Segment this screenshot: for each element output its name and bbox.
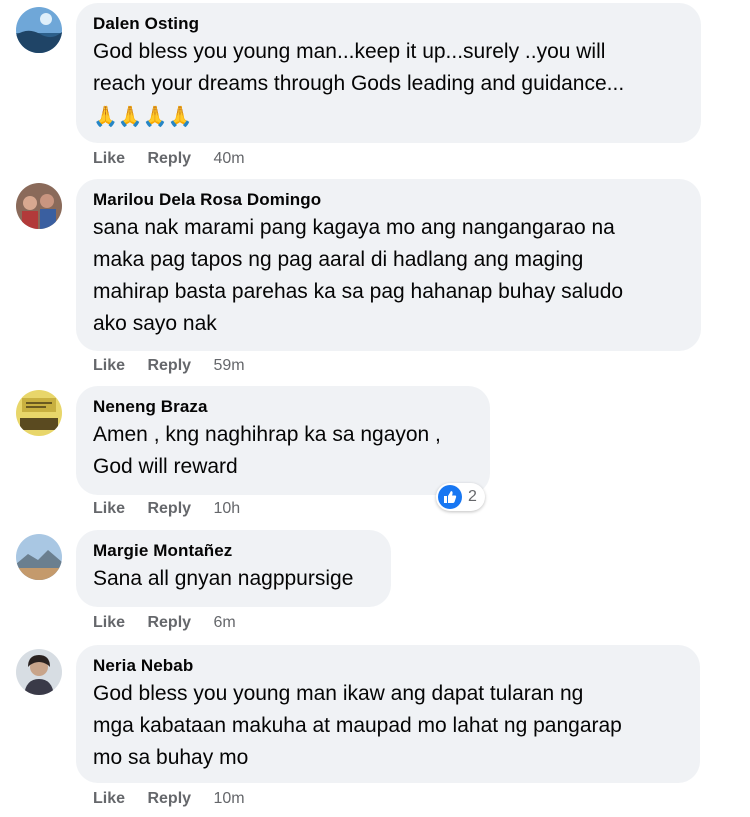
avatar[interactable] bbox=[16, 649, 62, 695]
comment-bubble: Dalen Osting God bless you young man...k… bbox=[76, 3, 701, 143]
comment-actions: Like Reply 10m bbox=[93, 789, 245, 809]
comment-bubble: Marilou Dela Rosa Domingo sana nak maram… bbox=[76, 179, 701, 351]
thumbs-up-icon bbox=[438, 485, 462, 509]
comment-author[interactable]: Neria Nebab bbox=[93, 655, 682, 677]
comment-actions: Like Reply 40m bbox=[93, 149, 245, 169]
reply-button[interactable]: Reply bbox=[147, 357, 191, 374]
like-button[interactable]: Like bbox=[93, 614, 125, 631]
avatar[interactable] bbox=[16, 183, 62, 229]
comment-text: Amen , kng naghihrap ka sa ngayon , God … bbox=[93, 423, 441, 478]
comment-text: Sana all gnyan nagppursige bbox=[93, 567, 354, 590]
like-button[interactable]: Like bbox=[93, 790, 125, 807]
comment-author[interactable]: Margie Montañez bbox=[93, 540, 373, 562]
reply-button[interactable]: Reply bbox=[147, 790, 191, 807]
comment-author[interactable]: Marilou Dela Rosa Domingo bbox=[93, 189, 683, 211]
reaction-badge[interactable]: 2 bbox=[436, 483, 485, 511]
reply-button[interactable]: Reply bbox=[147, 150, 191, 167]
like-button[interactable]: Like bbox=[93, 500, 125, 517]
praying-hands-emoji: 🙏🙏🙏🙏 bbox=[93, 106, 193, 128]
comment-bubble: Neria Nebab God bless you young man ikaw… bbox=[76, 645, 700, 783]
comment-actions: Like Reply 6m bbox=[93, 613, 236, 633]
avatar[interactable] bbox=[16, 7, 62, 53]
avatar[interactable] bbox=[16, 534, 62, 580]
comment-actions: Like Reply 10h bbox=[93, 499, 240, 519]
avatar[interactable] bbox=[16, 390, 62, 436]
comment-actions: Like Reply 59m bbox=[93, 356, 245, 376]
reaction-count: 2 bbox=[468, 488, 477, 505]
comment-timestamp[interactable]: 10h bbox=[214, 500, 241, 517]
comment-author[interactable]: Neneng Braza bbox=[93, 396, 472, 418]
comment-bubble: Neneng Braza Amen , kng naghihrap ka sa … bbox=[76, 386, 490, 495]
comment-timestamp[interactable]: 59m bbox=[214, 357, 245, 374]
comment-timestamp[interactable]: 6m bbox=[214, 614, 236, 631]
comment-timestamp[interactable]: 40m bbox=[214, 150, 245, 167]
reply-button[interactable]: Reply bbox=[147, 500, 191, 517]
comment-bubble: Margie Montañez Sana all gnyan nagppursi… bbox=[76, 530, 391, 607]
comment-text: God bless you young man ikaw ang dapat t… bbox=[93, 682, 622, 769]
comment-timestamp[interactable]: 10m bbox=[214, 790, 245, 807]
like-button[interactable]: Like bbox=[93, 357, 125, 374]
comment-text: sana nak marami pang kagaya mo ang nanga… bbox=[93, 216, 624, 335]
reply-button[interactable]: Reply bbox=[147, 614, 191, 631]
like-button[interactable]: Like bbox=[93, 150, 125, 167]
comment-text: God bless you young man...keep it up...s… bbox=[93, 40, 625, 95]
comment-author[interactable]: Dalen Osting bbox=[93, 13, 683, 35]
